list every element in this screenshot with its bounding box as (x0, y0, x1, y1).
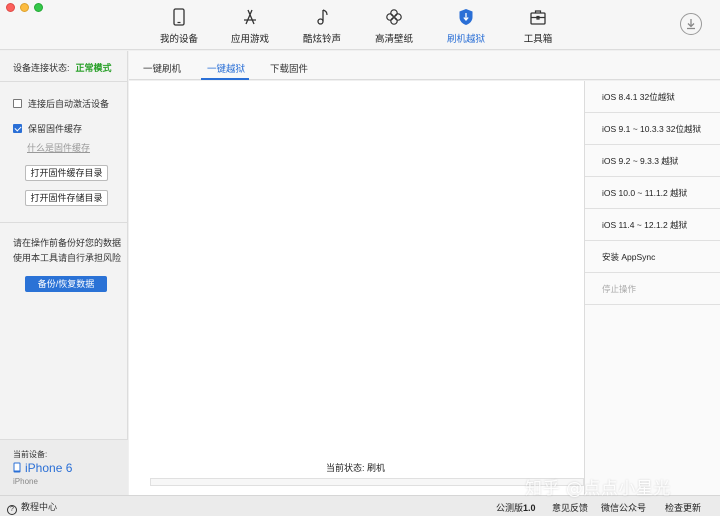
wechat-link[interactable]: 微信公众号 (601, 501, 646, 514)
option-ios-11-4-12-1-2[interactable]: iOS 11.4 ~ 12.1.2 越狱 (585, 209, 720, 241)
backup-restore-button[interactable]: 备份/恢复数据 (25, 276, 107, 292)
download-icon (687, 19, 695, 30)
flower-icon (386, 9, 402, 25)
open-storage-dir-button[interactable]: 打开固件存储目录 (25, 190, 108, 206)
tab-bar: 一键刷机 一键越狱 下载固件 (129, 51, 720, 80)
backup-warning-line-1: 请在操作前备份好您的数据 (13, 238, 122, 248)
check-update-link[interactable]: 检查更新 (665, 501, 701, 514)
connection-status-value: 正常模式 (75, 63, 112, 73)
shield-icon (459, 9, 473, 25)
tab-download-firmware[interactable]: 下载固件 (270, 61, 308, 75)
phone-icon (173, 8, 185, 26)
install-appsync-option[interactable]: 安装 AppSync (585, 241, 720, 273)
nav-label: 刷机越狱 (446, 34, 485, 45)
app-store-icon (244, 9, 256, 25)
zoom-window-button[interactable] (34, 3, 43, 12)
current-device-label: 当前设备: (13, 450, 48, 459)
connection-status: 设备连接状态: 正常模式 (13, 61, 112, 74)
open-cache-dir-button[interactable]: 打开固件缓存目录 (25, 165, 108, 181)
what-is-firmware-cache-link[interactable]: 什么是固件缓存 (27, 141, 90, 154)
music-note-icon (317, 9, 328, 25)
nav-ringtones[interactable]: 酷炫铃声 (287, 8, 357, 46)
connection-status-label: 设备连接状态: (13, 63, 70, 73)
version-info: 公测版1.0 (496, 501, 536, 514)
device-model: iPhone (13, 477, 38, 486)
keep-firmware-cache-checkbox[interactable] (13, 124, 22, 133)
stop-operation-option: 停止操作 (585, 273, 720, 305)
sidebar: 设备连接状态: 正常模式 连接后自动激活设备 保留固件缓存 什么是固件缓存 打开固… (0, 51, 128, 495)
nav-toolbox[interactable]: 工具箱 (503, 8, 573, 46)
auto-activate-checkbox-row[interactable]: 连接后自动激活设备 (13, 97, 109, 110)
tutorial-center-link[interactable]: ? 教程中心 (7, 500, 57, 515)
current-status: 当前状态: 刷机 (326, 463, 386, 473)
active-tab-indicator (201, 78, 249, 80)
option-ios-10-0-11-1-2[interactable]: iOS 10.0 ~ 11.1.2 越狱 (585, 177, 720, 209)
main-content: 当前状态: 刷机 (129, 81, 584, 495)
option-ios-8-4-1-32bit[interactable]: iOS 8.4.1 32位越狱 (585, 81, 720, 113)
version-label: 公测版 (496, 503, 524, 513)
nav-my-device[interactable]: 我的设备 (144, 8, 214, 46)
nav-label: 应用游戏 (230, 34, 269, 45)
watermark: 知乎 @点点小星光 (525, 479, 671, 499)
backup-warning-line-2: 使用本工具请自行承担风险 (13, 253, 122, 263)
nav-apps-games[interactable]: 应用游戏 (215, 8, 285, 46)
auto-activate-checkbox[interactable] (13, 99, 22, 108)
option-ios-9-2-9-3-3[interactable]: iOS 9.2 ~ 9.3.3 越狱 (585, 145, 720, 177)
download-button[interactable] (680, 13, 702, 35)
nav-wallpapers[interactable]: 高清壁纸 (359, 8, 429, 46)
version-number: 1.0 (523, 503, 536, 513)
feedback-link[interactable]: 意见反馈 (552, 501, 588, 514)
phone-icon (13, 462, 21, 473)
close-window-button[interactable] (6, 3, 15, 12)
jailbreak-options-panel: iOS 8.4.1 32位越狱 iOS 9.1 ~ 10.3.3 32位越狱 i… (584, 81, 720, 495)
auto-activate-label: 连接后自动激活设备 (28, 99, 110, 109)
nav-label: 工具箱 (523, 34, 553, 45)
nav-label: 酷炫铃声 (302, 34, 341, 45)
divider (0, 81, 128, 82)
tutorial-center-label: 教程中心 (21, 502, 58, 512)
current-device-panel: 当前设备: iPhone 6 iPhone (0, 439, 128, 495)
nav-flash-jailbreak[interactable]: 刷机越狱 (431, 8, 501, 46)
nav-label: 高清壁纸 (374, 34, 413, 45)
divider (0, 222, 128, 223)
keep-firmware-cache-checkbox-row[interactable]: 保留固件缓存 (13, 122, 82, 135)
tab-one-click-jailbreak[interactable]: 一键越狱 (207, 61, 245, 75)
keep-firmware-cache-label: 保留固件缓存 (28, 124, 83, 134)
nav-label: 我的设备 (159, 34, 198, 45)
question-icon: ? (7, 505, 17, 515)
option-ios-9-1-10-3-3-32bit[interactable]: iOS 9.1 ~ 10.3.3 32位越狱 (585, 113, 720, 145)
device-name-text: iPhone 6 (25, 461, 73, 475)
toolbar: 我的设备 应用游戏 酷炫铃声 高清壁纸 刷机越狱 工具箱 (0, 0, 720, 50)
toolbox-icon (530, 10, 546, 25)
tab-one-click-flash[interactable]: 一键刷机 (143, 61, 181, 75)
progress-bar (150, 478, 584, 486)
minimize-window-button[interactable] (20, 3, 29, 12)
device-name: iPhone 6 (13, 461, 72, 475)
